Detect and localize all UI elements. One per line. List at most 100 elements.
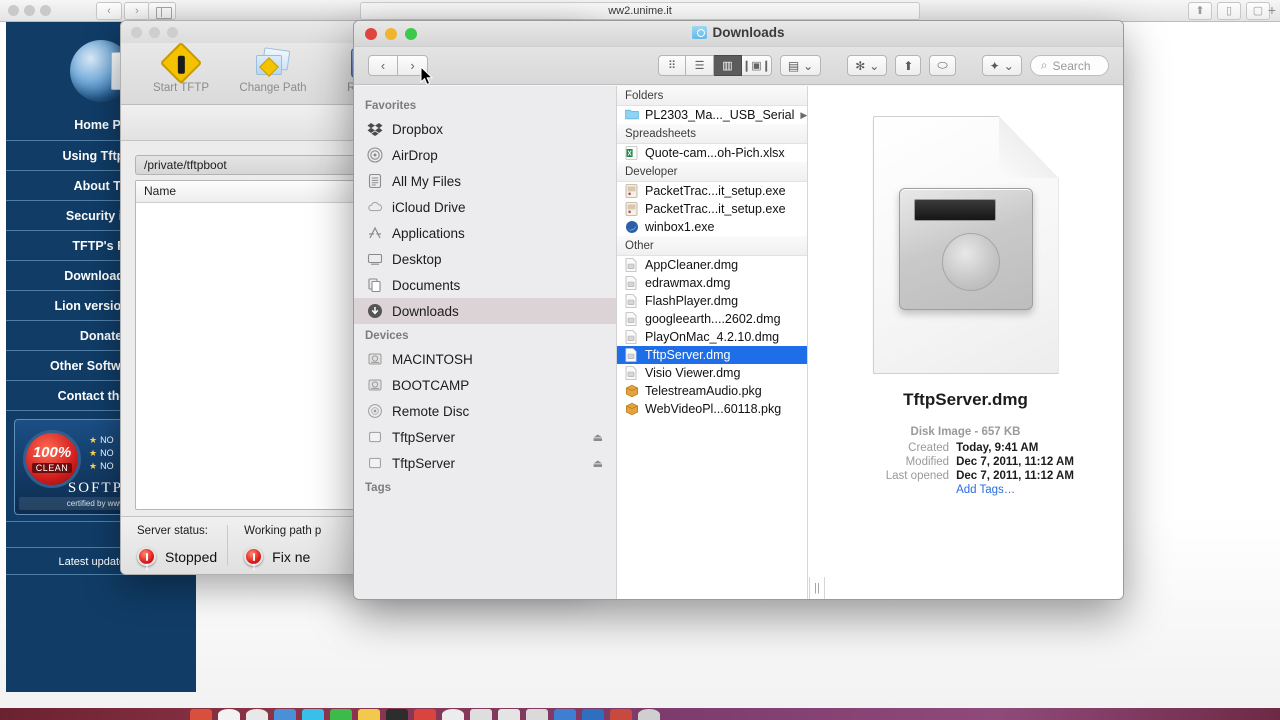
- file-row[interactable]: TelestreamAudio.pkg: [617, 382, 807, 400]
- finder-nav-segment[interactable]: ‹ ›: [368, 55, 428, 76]
- chevron-down-icon: ⌄: [1003, 58, 1014, 73]
- tag-button[interactable]: ⬭: [929, 55, 956, 76]
- action-menu-button[interactable]: ✻ ⌄: [847, 55, 888, 76]
- browser-newtab-button[interactable]: ▢: [1246, 2, 1270, 20]
- finder-window[interactable]: Downloads ‹ › ⠿ ☰ ▥ ❙▣❙ ▤ ⌄ ✻ ⌄ ⬆ ⬭ ✦ ⌄ …: [353, 20, 1124, 600]
- browser-window-controls[interactable]: [8, 5, 51, 16]
- dock-app-icon[interactable]: [498, 709, 520, 720]
- search-field[interactable]: ⌕ Search: [1029, 55, 1109, 76]
- preview-filename: TftpServer.dmg: [903, 390, 1028, 409]
- finder-file-column[interactable]: Folders PL2303_Ma..._USB_Serial ▶ Spread…: [617, 86, 808, 599]
- file-row[interactable]: PlayOnMac_4.2.10.dmg: [617, 328, 807, 346]
- sidebar-item-icloud-drive[interactable]: iCloud Drive: [354, 194, 616, 220]
- sidebar-item-tftpserver-volume[interactable]: TftpServer ⏏: [354, 424, 616, 450]
- arrange-icon: ▤: [787, 58, 800, 73]
- file-row[interactable]: Visio Viewer.dmg: [617, 364, 807, 382]
- sidebar-item-airdrop[interactable]: AirDrop: [354, 142, 616, 168]
- coverflow-view-button[interactable]: ❙▣❙: [742, 55, 772, 76]
- dock-app-icon[interactable]: [638, 709, 660, 720]
- file-row[interactable]: Quote-cam...oh-Pich.xlsx: [617, 144, 807, 162]
- dock-app-icon[interactable]: [190, 709, 212, 720]
- file-row[interactable]: PL2303_Ma..._USB_Serial ▶: [617, 106, 807, 124]
- airdrop-icon: [366, 147, 383, 164]
- browser-share-button[interactable]: ⬆: [1188, 2, 1212, 20]
- file-name: googleearth....2602.dmg: [645, 312, 781, 326]
- file-row[interactable]: AppCleaner.dmg: [617, 256, 807, 274]
- dock-app-icon[interactable]: [330, 709, 352, 720]
- start-tftp-button[interactable]: Start TFTP: [145, 41, 217, 94]
- dock-app-icon[interactable]: [414, 709, 436, 720]
- sidebar-item-tftpserver-volume[interactable]: TftpServer ⏏: [354, 450, 616, 476]
- dock-app-icon[interactable]: [358, 709, 380, 720]
- finder-title: Downloads: [354, 25, 1123, 40]
- arrange-by-button[interactable]: ▤ ⌄: [779, 55, 822, 76]
- dropbox-menu-button[interactable]: ✦ ⌄: [981, 55, 1022, 76]
- chevron-down-icon: ⌄: [803, 58, 814, 73]
- preview-row: Created Today, 9:41 AM: [857, 442, 1074, 454]
- sidebar-item-documents[interactable]: Documents: [354, 272, 616, 298]
- sidebar-item-all-my-files[interactable]: All My Files: [354, 168, 616, 194]
- file-row[interactable]: PacketTrac...it_setup.exe: [617, 182, 807, 200]
- browser-tabs-button[interactable]: ▯: [1217, 2, 1241, 20]
- fix-now-button[interactable]: Fix ne: [272, 549, 310, 565]
- sidebar-item-desktop[interactable]: Desktop: [354, 246, 616, 272]
- file-name: edrawmax.dmg: [645, 276, 731, 290]
- browser-add-tab-icon[interactable]: +: [1268, 3, 1276, 17]
- finder-titlebar[interactable]: Downloads: [354, 21, 1123, 47]
- sidebar-item-macintosh[interactable]: MACINTOSH: [354, 346, 616, 372]
- dock-app-icon[interactable]: [302, 709, 324, 720]
- browser-url-field[interactable]: ww2.unime.it: [360, 2, 920, 20]
- dock-app-icon[interactable]: [274, 709, 296, 720]
- file-row[interactable]: FlashPlayer.dmg: [617, 292, 807, 310]
- dock-app-icon[interactable]: [442, 709, 464, 720]
- browser-back-button[interactable]: ‹: [96, 2, 122, 20]
- disk-image-icon: [366, 455, 383, 472]
- column-resize-handle[interactable]: ||: [809, 577, 825, 599]
- browser-sidebar-toggle[interactable]: [148, 2, 176, 20]
- dock-app-icon[interactable]: [582, 709, 604, 720]
- dock-app-icon[interactable]: [470, 709, 492, 720]
- browser-forward-button[interactable]: ›: [124, 2, 150, 20]
- sidebar-item-downloads[interactable]: Downloads: [354, 298, 616, 324]
- file-row[interactable]: googleearth....2602.dmg: [617, 310, 807, 328]
- dock-app-icon[interactable]: [386, 709, 408, 720]
- eject-icon[interactable]: ⏏: [593, 431, 603, 444]
- browser-right-buttons[interactable]: ⬆ ▯ ▢: [1188, 2, 1270, 20]
- sidebar-item-applications[interactable]: Applications: [354, 220, 616, 246]
- badge-star-row: ★ NO: [89, 435, 114, 445]
- start-tftp-label: Start TFTP: [152, 82, 210, 94]
- file-row[interactable]: edrawmax.dmg: [617, 274, 807, 292]
- file-row[interactable]: winbox1.exe: [617, 218, 807, 236]
- file-row[interactable]: PacketTrac...it_setup.exe: [617, 200, 807, 218]
- finder-toolbar: ‹ › ⠿ ☰ ▥ ❙▣❙ ▤ ⌄ ✻ ⌄ ⬆ ⬭ ✦ ⌄ ⌕ Search: [354, 47, 1123, 85]
- eject-icon[interactable]: ⏏: [593, 457, 603, 470]
- change-path-button[interactable]: Change Path: [237, 45, 309, 94]
- dock-app-icon[interactable]: [526, 709, 548, 720]
- sidebar-item-bootcamp[interactable]: BOOTCAMP: [354, 372, 616, 398]
- dmg-icon: [625, 293, 639, 309]
- finder-sidebar[interactable]: Favorites Dropbox AirDrop All My Files i…: [354, 86, 617, 599]
- sidebar-item-dropbox[interactable]: Dropbox: [354, 116, 616, 142]
- dock-app-icon[interactable]: [246, 709, 268, 720]
- icon-view-button[interactable]: ⠿: [658, 55, 686, 76]
- add-tags-link[interactable]: Add Tags…: [956, 484, 1015, 496]
- share-button[interactable]: ⬆: [895, 55, 922, 76]
- finder-view-segment[interactable]: ⠿ ☰ ▥ ❙▣❙: [658, 55, 772, 76]
- dock-app-icon[interactable]: [554, 709, 576, 720]
- finder-back-button[interactable]: ‹: [368, 55, 398, 76]
- column-view-button[interactable]: ▥: [714, 55, 742, 76]
- file-row-selected[interactable]: TftpServer.dmg: [617, 346, 807, 364]
- sidebar-item-label: MACINTOSH: [392, 351, 473, 367]
- preview-key: Modified: [905, 456, 950, 468]
- file-row[interactable]: WebVideoPl...60118.pkg: [617, 400, 807, 418]
- browser-nav[interactable]: ‹ ›: [96, 2, 150, 20]
- list-view-button[interactable]: ☰: [686, 55, 714, 76]
- dmg-icon: [625, 311, 639, 327]
- dock-app-icon[interactable]: [218, 709, 240, 720]
- tftpserver-window-controls[interactable]: [131, 27, 178, 38]
- sidebar-item-remote-disc[interactable]: Remote Disc: [354, 398, 616, 424]
- sidebar-item-label: BOOTCAMP: [392, 377, 470, 393]
- macos-dock[interactable]: [0, 708, 1280, 720]
- dock-app-icon[interactable]: [610, 709, 632, 720]
- preview-value: Today, 9:41 AM: [956, 442, 1039, 454]
